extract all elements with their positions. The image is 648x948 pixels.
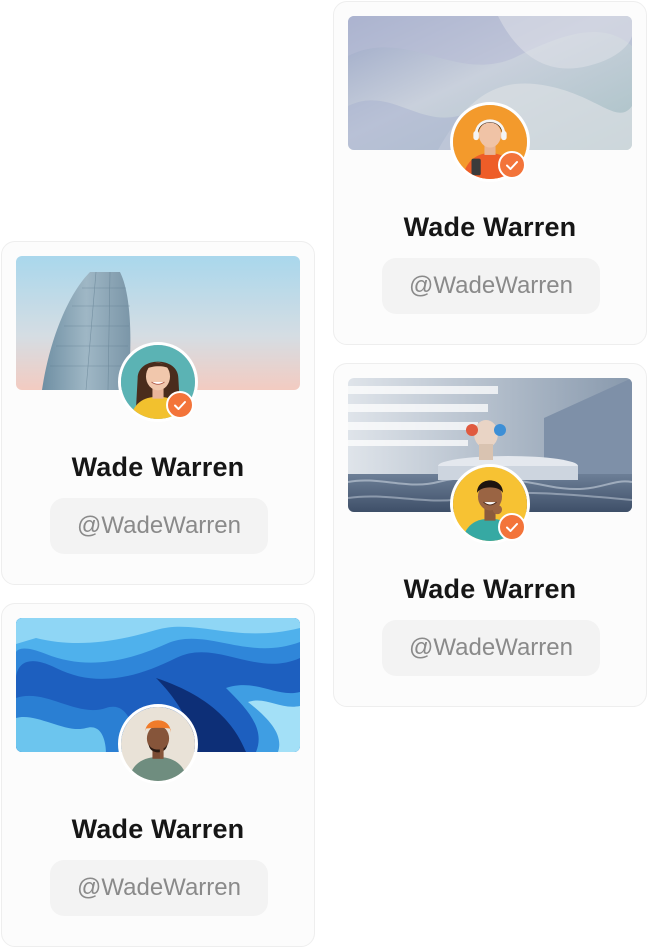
profile-name: Wade Warren xyxy=(71,814,245,844)
verified-check-icon xyxy=(498,151,526,179)
profile-name: Wade Warren xyxy=(403,574,577,604)
profile-card-grid: Wade Warren @WadeWarren Wade Warren @Wad… xyxy=(0,0,648,948)
profile-card[interactable]: Wade Warren @WadeWarren xyxy=(333,363,647,707)
avatar[interactable] xyxy=(118,704,198,784)
profile-handle[interactable]: @WadeWarren xyxy=(50,860,268,916)
profile-name: Wade Warren xyxy=(71,452,245,482)
profile-name: Wade Warren xyxy=(403,212,577,242)
profile-handle[interactable]: @WadeWarren xyxy=(50,498,268,554)
profile-handle[interactable]: @WadeWarren xyxy=(382,258,600,314)
profile-card[interactable]: Wade Warren @WadeWarren xyxy=(1,603,315,947)
profile-card[interactable]: Wade Warren @WadeWarren xyxy=(333,1,647,345)
verified-check-icon xyxy=(498,513,526,541)
profile-card[interactable]: Wade Warren @WadeWarren xyxy=(1,241,315,585)
verified-check-icon xyxy=(166,391,194,419)
profile-handle[interactable]: @WadeWarren xyxy=(382,620,600,676)
